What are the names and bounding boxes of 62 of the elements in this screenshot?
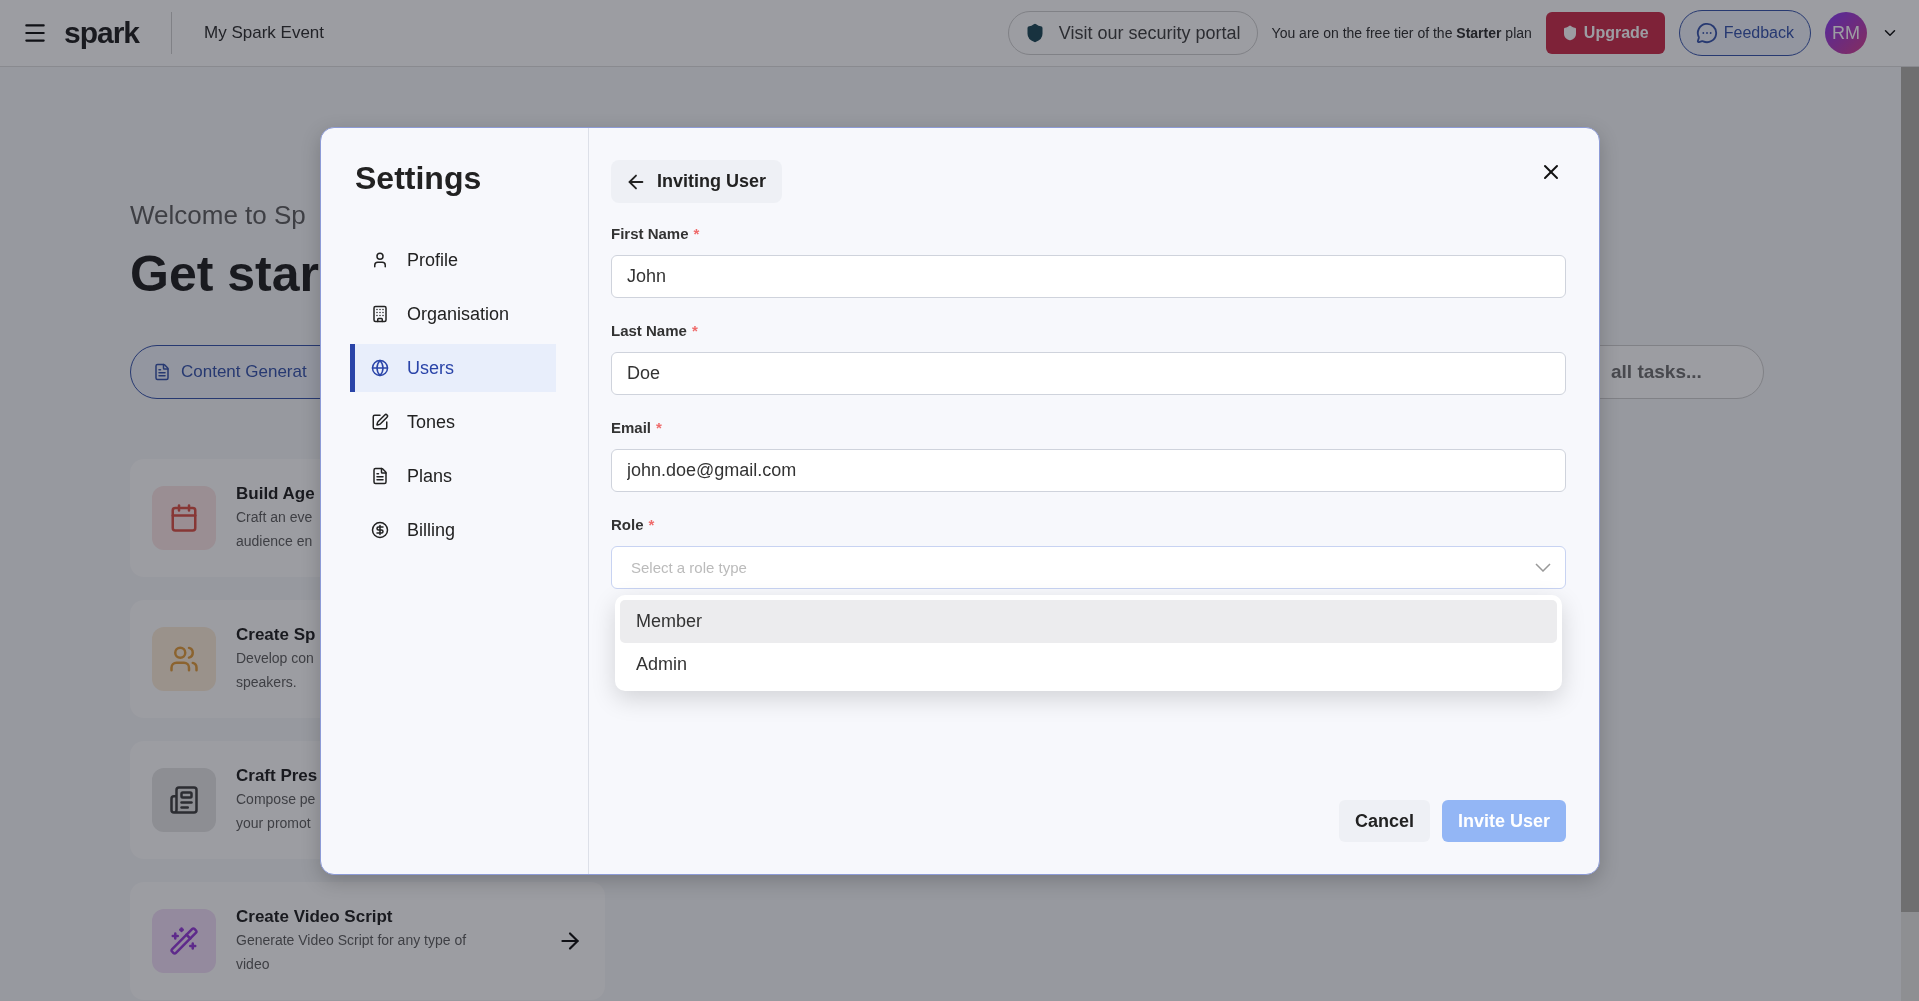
cancel-button[interactable]: Cancel — [1338, 800, 1430, 842]
page-heading: Get star — [130, 245, 319, 303]
input-field[interactable]: Doe — [611, 352, 1566, 395]
magic-wand-icon — [169, 926, 199, 956]
card-description: Compose pe — [236, 790, 316, 810]
nav-item[interactable]: Users — [350, 344, 556, 392]
nav-item[interactable]: Tones — [350, 398, 556, 446]
building-icon — [371, 305, 389, 323]
event-name: My Spark Event — [204, 23, 325, 43]
settings-title: Settings — [355, 160, 483, 197]
input-field[interactable]: John — [611, 255, 1566, 298]
pen-square-icon — [371, 413, 389, 431]
nav-label: Profile — [407, 249, 459, 271]
dropdown-option[interactable]: Member — [620, 600, 1557, 643]
chat-icon — [1695, 22, 1718, 44]
nav-label: Users — [407, 357, 454, 379]
card-description: your promot — [236, 814, 311, 833]
nav-item[interactable]: Plans — [350, 452, 556, 500]
nav-label: Plans — [407, 465, 453, 487]
back-button[interactable]: Inviting User — [611, 160, 783, 203]
nav-item[interactable]: Billing — [350, 506, 556, 554]
welcome-text: Welcome to Sp — [130, 200, 307, 231]
required-mark: * — [656, 419, 662, 438]
scrollbar[interactable] — [1901, 67, 1919, 1001]
card-title: Create Sp — [236, 625, 316, 646]
field-label: First Name — [611, 225, 689, 244]
field-label: Email — [611, 419, 652, 438]
calendar-icon — [169, 503, 199, 533]
document-icon — [153, 363, 171, 381]
dollar-icon — [371, 521, 389, 539]
required-mark: * — [648, 516, 655, 535]
card-title: Build Age — [236, 484, 315, 505]
shield-icon — [1561, 25, 1578, 41]
nav-label: Tones — [407, 411, 456, 433]
logo: spark — [64, 16, 140, 50]
field-label: Role — [611, 516, 644, 535]
card-description: video — [236, 955, 270, 974]
card-description: Craft an eve — [236, 508, 313, 528]
card-description: speakers. — [236, 673, 297, 692]
newspaper-icon — [169, 785, 199, 815]
required-mark: * — [693, 225, 700, 244]
field-label: Last Name — [611, 322, 687, 341]
nav-label: Billing — [407, 519, 456, 541]
task-card[interactable]: Create Video Script Generate Video Script for any type of video — [130, 882, 605, 1000]
people-icon — [169, 644, 199, 674]
nav-label: Organisation — [407, 303, 510, 325]
tier-note: You are on the free tier of the Starter plan — [1271, 25, 1532, 41]
card-title: Create Video Script — [236, 907, 393, 928]
document-icon — [371, 467, 389, 485]
required-mark: * — [691, 322, 698, 341]
globe-icon — [371, 359, 389, 377]
person-icon — [371, 251, 389, 269]
input-field[interactable]: john.doe@gmail.com — [611, 449, 1566, 492]
upgrade-button[interactable]: Upgrade — [1545, 12, 1665, 54]
card-title: Craft Pres — [236, 766, 318, 787]
card-description: audience en — [236, 532, 313, 551]
nav-item[interactable]: Organisation — [350, 290, 556, 338]
chevron-down-icon — [1535, 563, 1551, 572]
card-description: Generate Video Script for any type of — [236, 931, 467, 951]
card-description: Develop con — [236, 649, 314, 669]
feedback-button[interactable]: Feedback — [1678, 10, 1811, 56]
nav-item[interactable]: Profile — [350, 236, 556, 284]
